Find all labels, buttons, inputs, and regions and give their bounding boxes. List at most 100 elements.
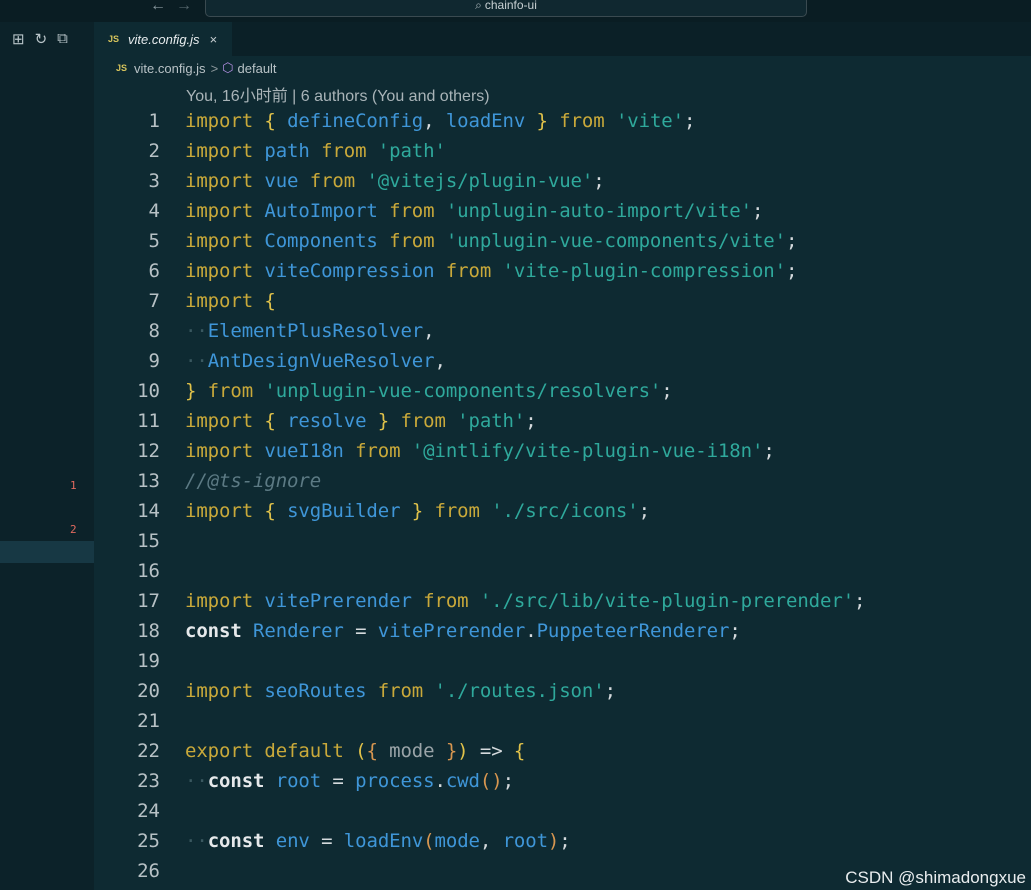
code-line[interactable]: 19 bbox=[94, 646, 1031, 676]
line-source: import { defineConfig, loadEnv } from 'v… bbox=[185, 106, 695, 136]
code-line[interactable]: 2 import path from 'path' bbox=[94, 136, 1031, 166]
code-token: { bbox=[366, 740, 390, 762]
search-icon: ⌕ bbox=[475, 0, 482, 12]
code-token: loadEnv bbox=[445, 110, 526, 132]
code-token: ; bbox=[785, 230, 798, 252]
code-token: from bbox=[196, 380, 265, 402]
code-token: mode bbox=[434, 830, 480, 852]
search-text: chainfo-ui bbox=[484, 0, 537, 12]
code-line[interactable]: 21 bbox=[94, 706, 1031, 736]
code-token: ) bbox=[547, 830, 560, 852]
line-number: 25 bbox=[137, 830, 160, 852]
code-token: ElementPlusResolver bbox=[207, 320, 424, 342]
line-source: import vitePrerender from './src/lib/vit… bbox=[185, 586, 865, 616]
code-token: seoRoutes bbox=[264, 680, 367, 702]
code-line[interactable]: 17 import vitePrerender from './src/lib/v… bbox=[94, 586, 1031, 616]
code-line[interactable]: 10} from 'unplugin-vue-components/resolv… bbox=[94, 376, 1031, 406]
line-number: 11 bbox=[137, 410, 160, 432]
breadcrumb-symbol[interactable]: default bbox=[238, 61, 277, 76]
code-token: svgBuilder bbox=[287, 500, 401, 522]
code-token: mode bbox=[389, 740, 435, 762]
line-source: import { svgBuilder } from './src/icons'… bbox=[185, 496, 650, 526]
code-editor[interactable]: 1 import { defineConfig, loadEnv } from '… bbox=[94, 106, 1031, 886]
code-line[interactable]: 3 import vue from '@vitejs/plugin-vue'; bbox=[94, 166, 1031, 196]
code-token: import bbox=[185, 140, 265, 162]
code-line[interactable]: 20 import seoRoutes from './routes.json'; bbox=[94, 676, 1031, 706]
line-source: import AutoImport from 'unplugin-auto-im… bbox=[185, 196, 763, 226]
code-token: ( bbox=[423, 830, 435, 852]
code-line[interactable]: 12 import vueI18n from '@intlify/vite-plu… bbox=[94, 436, 1031, 466]
code-line[interactable]: 13 //@ts-ignore bbox=[94, 466, 1031, 496]
code-line[interactable]: 8 ··ElementPlusResolver, bbox=[94, 316, 1031, 346]
code-token: vitePrerender bbox=[377, 620, 526, 642]
code-token: , bbox=[434, 350, 446, 372]
code-line[interactable]: 6 import viteCompression from 'vite-plugi… bbox=[94, 256, 1031, 286]
arrow-right-icon[interactable]: → bbox=[176, 0, 192, 14]
line-source: import { bbox=[185, 286, 276, 316]
code-line[interactable]: 23 ··const root = process.cwd(); bbox=[94, 766, 1031, 796]
code-line[interactable]: 5 import Components from 'unplugin-vue-co… bbox=[94, 226, 1031, 256]
watermark: CSDN @shimadongxue bbox=[845, 868, 1026, 887]
tab-vite-config[interactable]: JS vite.config.js × bbox=[94, 22, 232, 56]
refresh-icon[interactable]: ↻ bbox=[35, 30, 48, 48]
line-source: ··const env = loadEnv(mode, root); bbox=[185, 826, 571, 856]
code-token: } bbox=[525, 110, 548, 132]
code-token: root bbox=[502, 830, 548, 852]
code-token: from bbox=[423, 500, 492, 522]
line-number: 8 bbox=[148, 320, 160, 342]
code-line[interactable]: 16 bbox=[94, 556, 1031, 586]
code-token: 'vite-plugin-compression' bbox=[502, 260, 787, 282]
code-token: ·· bbox=[185, 830, 208, 852]
selected-tree-item[interactable] bbox=[0, 541, 94, 563]
command-center-search[interactable]: ⌕ chainfo-ui bbox=[205, 0, 807, 17]
code-token: './src/icons' bbox=[491, 500, 639, 522]
line-number: 9 bbox=[148, 350, 160, 372]
code-token: ( bbox=[355, 740, 367, 762]
code-line[interactable]: 11 import { resolve } from 'path'; bbox=[94, 406, 1031, 436]
code-token: from bbox=[547, 110, 616, 132]
code-token: from bbox=[377, 200, 446, 222]
code-token: { bbox=[264, 290, 276, 312]
collapse-all-icon[interactable]: ⧉ bbox=[57, 30, 68, 48]
line-source: import viteCompression from 'vite-plugin… bbox=[185, 256, 797, 286]
js-file-icon: JS bbox=[108, 34, 120, 44]
line-number: 10 bbox=[137, 380, 160, 402]
code-token: from bbox=[377, 230, 446, 252]
code-line[interactable]: 18 const Renderer = vitePrerender.Puppete… bbox=[94, 616, 1031, 646]
code-token: () bbox=[479, 770, 503, 792]
code-line[interactable]: 7 import { bbox=[94, 286, 1031, 316]
code-line[interactable]: 22 export default ({ mode }) => { bbox=[94, 736, 1031, 766]
code-token: ; bbox=[525, 410, 537, 432]
new-folder-icon[interactable]: ⊞ bbox=[12, 30, 25, 48]
code-token: ; bbox=[729, 620, 741, 642]
code-line[interactable]: 1 import { defineConfig, loadEnv } from '… bbox=[94, 106, 1031, 136]
arrow-left-icon[interactable]: ← bbox=[150, 0, 166, 14]
line-number: 13 bbox=[137, 470, 160, 492]
code-line[interactable]: 15 bbox=[94, 526, 1031, 556]
code-token: } bbox=[400, 500, 424, 522]
line-source: import { resolve } from 'path'; bbox=[185, 406, 537, 436]
line-number: 19 bbox=[137, 650, 160, 672]
code-token: ·· bbox=[185, 320, 208, 342]
git-blame-codelens[interactable]: You, 16小时前 | 6 authors (You and others) bbox=[186, 82, 490, 106]
code-token: path bbox=[264, 140, 310, 162]
code-line[interactable]: 4 import AutoImport from 'unplugin-auto-i… bbox=[94, 196, 1031, 226]
code-line[interactable]: 9 ··AntDesignVueResolver, bbox=[94, 346, 1031, 376]
code-token: export default bbox=[185, 740, 356, 762]
line-number: 15 bbox=[137, 530, 160, 552]
code-line[interactable]: 14 import { svgBuilder } from './src/icon… bbox=[94, 496, 1031, 526]
breadcrumb-file[interactable]: vite.config.js bbox=[134, 61, 206, 76]
code-token: ; bbox=[751, 200, 764, 222]
line-source: ··AntDesignVueResolver, bbox=[185, 346, 446, 376]
problem-count-badge: 2 bbox=[70, 523, 77, 536]
code-token: { bbox=[513, 740, 526, 762]
code-line[interactable]: 25 ··const env = loadEnv(mode, root); bbox=[94, 826, 1031, 856]
js-file-icon: JS bbox=[116, 63, 128, 73]
code-line[interactable]: 24 bbox=[94, 796, 1031, 826]
tab-title: vite.config.js bbox=[128, 31, 200, 47]
line-source: const Renderer = vitePrerender.Puppeteer… bbox=[185, 616, 741, 646]
line-source: ··const root = process.cwd(); bbox=[185, 766, 514, 796]
code-token: ; bbox=[559, 830, 571, 852]
close-icon[interactable]: × bbox=[210, 32, 218, 47]
code-token: import bbox=[185, 590, 265, 612]
